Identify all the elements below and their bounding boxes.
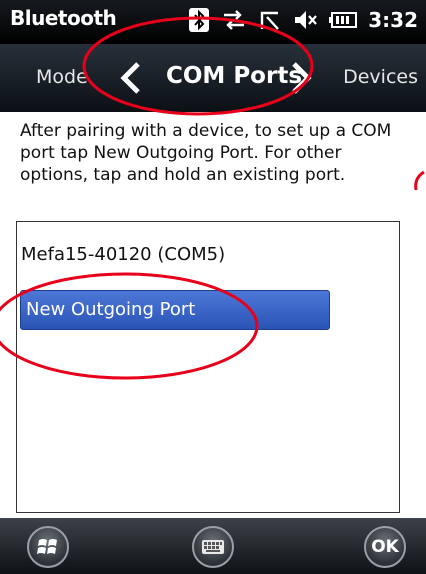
status-time[interactable]: 3:32 — [368, 8, 418, 32]
ok-button[interactable]: OK — [364, 526, 406, 568]
windows-logo-icon — [37, 539, 57, 554]
tab-com-ports[interactable]: COM Ports — [166, 63, 302, 89]
com-port-list[interactable]: Mefa15-40120 (COM5) New Outgoing Port — [16, 221, 400, 513]
status-bar: Bluetooth 3:32 — [0, 0, 426, 44]
port-item-mefa15[interactable]: Mefa15-40120 (COM5) — [21, 244, 225, 265]
app-title: Bluetooth — [10, 6, 117, 30]
start-button[interactable] — [27, 526, 69, 568]
keyboard-icon — [202, 540, 224, 554]
taskbar: OK — [0, 518, 426, 574]
signal-off-icon[interactable] — [258, 7, 282, 33]
keyboard-button[interactable] — [192, 526, 234, 568]
chevron-left-icon[interactable] — [116, 58, 146, 98]
ok-label: OK — [371, 537, 399, 557]
tab-navigation: Mode COM Ports Devices — [0, 44, 426, 112]
port-item-new-outgoing[interactable]: New Outgoing Port — [20, 290, 330, 330]
annotation-arc-right — [414, 170, 425, 191]
instructions-text: After pairing with a device, to set up a… — [20, 121, 392, 185]
status-icons: 3:32 — [188, 5, 418, 35]
battery-icon[interactable] — [328, 9, 358, 31]
sync-arrows-icon[interactable] — [220, 7, 248, 33]
tab-devices[interactable]: Devices — [343, 66, 418, 88]
bluetooth-icon — [189, 8, 210, 32]
volume-mute-icon[interactable] — [292, 7, 318, 33]
tab-mode[interactable]: Mode — [36, 66, 88, 88]
chevron-right-icon[interactable] — [286, 58, 316, 98]
